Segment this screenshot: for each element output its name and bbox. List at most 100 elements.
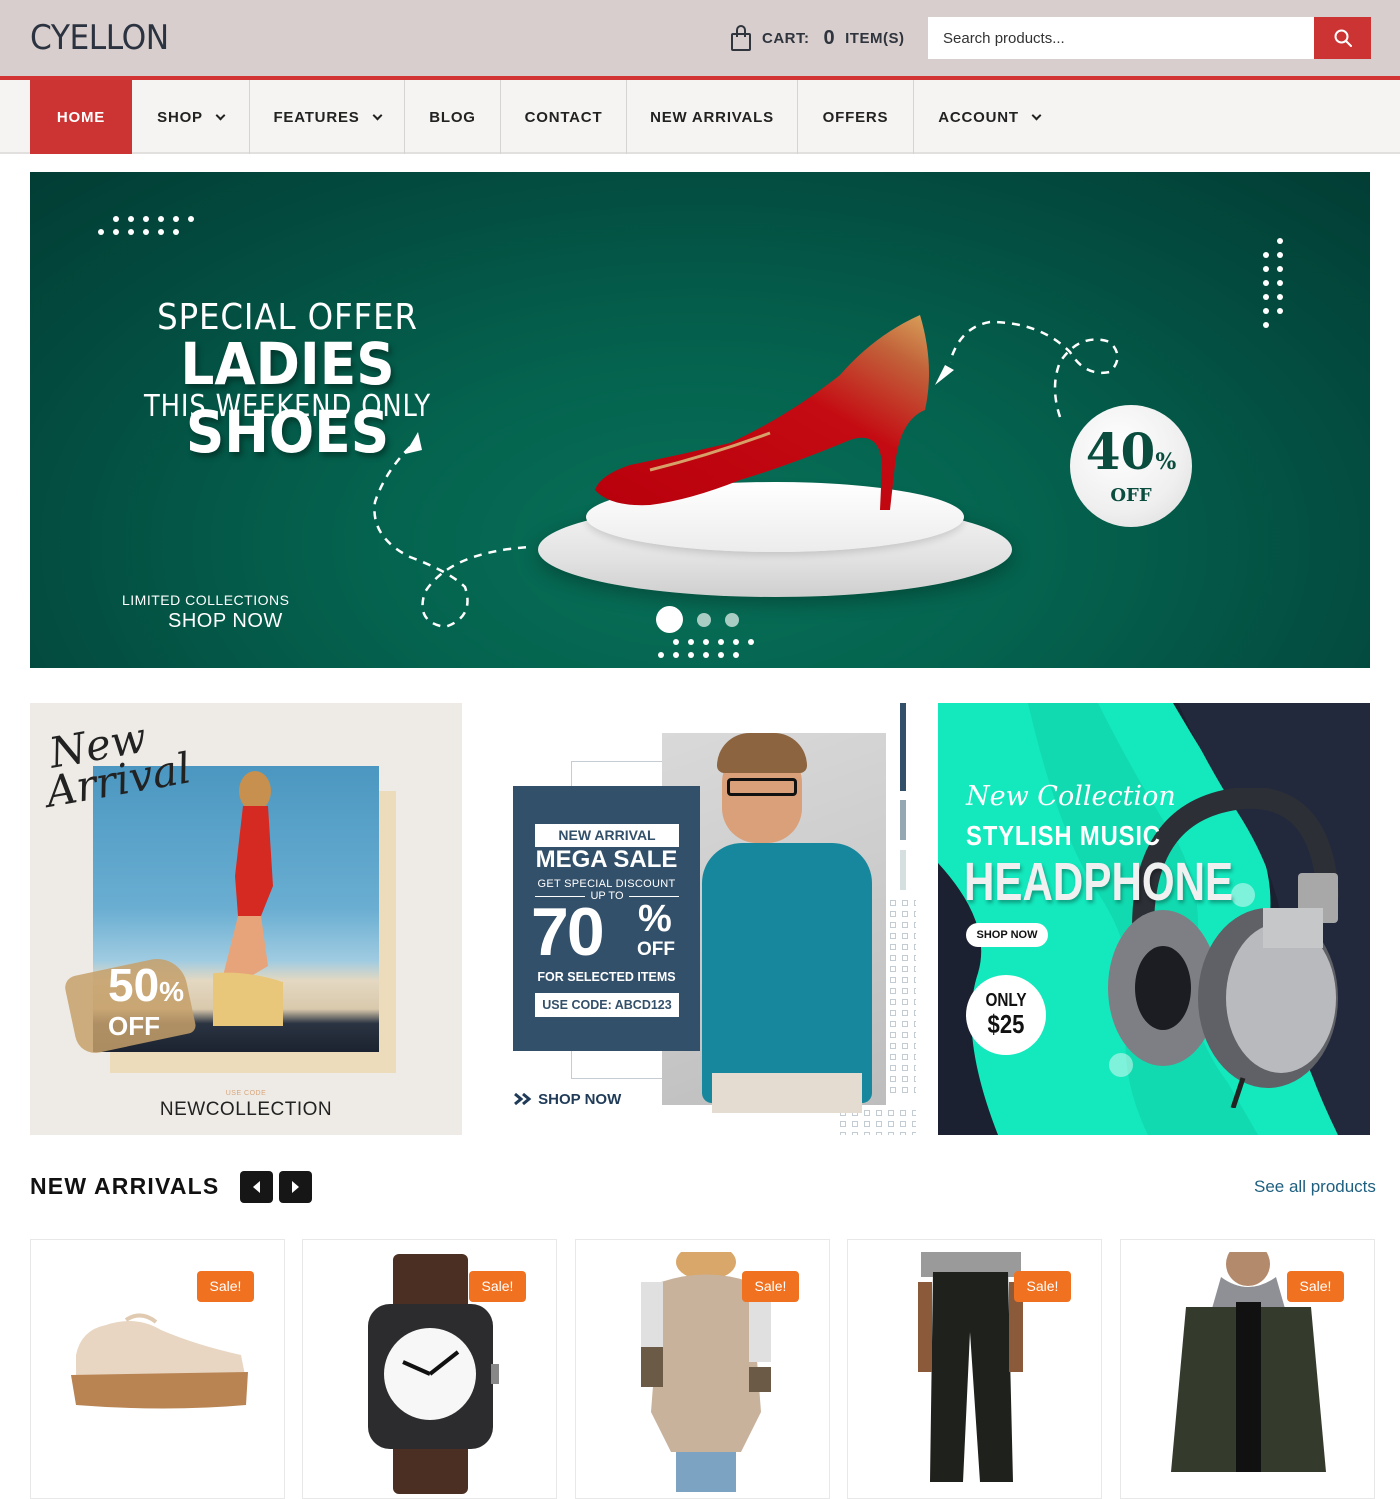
price-only-label: ONLY [985, 990, 1027, 1010]
carousel-next-button[interactable] [279, 1171, 312, 1203]
decor-square [852, 1132, 858, 1135]
decor-square [888, 1121, 894, 1127]
decor-square [840, 1132, 846, 1135]
decor-square [876, 1110, 882, 1116]
decor-square [876, 1121, 882, 1127]
slide-dot-2[interactable] [697, 612, 711, 627]
nav-item-new-arrivals[interactable]: NEW ARRIVALS [627, 80, 798, 154]
decor-square [876, 1132, 882, 1135]
decor-squares [890, 900, 916, 1093]
discount-off: OFF [1110, 485, 1152, 506]
hero-slider[interactable]: SPECIAL OFFER LADIES SHOES THIS WEEKEND … [30, 172, 1370, 668]
hero-shop-now-link[interactable]: SHOP NOW [168, 610, 283, 633]
slide-dot-1[interactable] [656, 606, 683, 633]
decor-square [902, 933, 908, 939]
decor-square [890, 999, 896, 1005]
discount-symbol: % [1155, 449, 1177, 475]
nav-item-shop[interactable]: SHOP [132, 80, 250, 154]
decor-square [902, 1010, 908, 1016]
decor-square [864, 1132, 870, 1135]
decor-square [890, 922, 896, 928]
decor-square [902, 911, 908, 917]
decor-square [902, 999, 908, 1005]
decor-square [914, 1032, 916, 1038]
decor-square [902, 922, 908, 928]
nav-label: HOME [56, 108, 106, 126]
decor-square [902, 1043, 908, 1049]
decor-square [914, 933, 916, 939]
nav-item-features[interactable]: FEATURES [250, 80, 405, 154]
decor-square [890, 944, 896, 950]
promo-headphone[interactable]: New Collection STYLISH MUSIC HEADPHONE S… [938, 703, 1370, 1135]
decor-square [890, 1076, 896, 1082]
caret-right-icon [292, 1181, 299, 1193]
nav-label: NEW ARRIVALS [650, 108, 774, 126]
product-card[interactable]: Sale! [302, 1239, 557, 1499]
use-code-label: USE CODE [225, 1090, 267, 1097]
cart-summary[interactable]: CART: 0 ITEM(S) [730, 22, 904, 54]
product-card[interactable]: Sale! [847, 1239, 1102, 1499]
main-nav: HOME SHOP FEATURES BLOG CONTACT NEW ARRI… [0, 80, 1400, 154]
nav-item-blog[interactable]: BLOG [405, 80, 501, 154]
nav-item-offers[interactable]: OFFERS [798, 80, 914, 154]
hero-line-3: THIS WEEKEND ONLY [144, 389, 431, 424]
slider-pagination [656, 606, 739, 633]
site-logo[interactable]: CYELLON [30, 18, 169, 58]
product-card[interactable]: Sale! [575, 1239, 830, 1499]
decor-square [852, 1121, 858, 1127]
nav-item-account[interactable]: ACCOUNT [914, 80, 1064, 154]
cart-label: CART: [762, 29, 810, 47]
decor-square [890, 955, 896, 961]
decor-square [914, 1065, 916, 1071]
carousel-prev-button[interactable] [240, 1171, 273, 1203]
new-arrival-tag: NEW ARRIVAL [535, 824, 679, 847]
decor-square [912, 1110, 916, 1116]
decor-square [914, 1054, 916, 1060]
nav-label: CONTACT [524, 108, 603, 126]
nav-item-home[interactable]: HOME [30, 80, 132, 154]
decor-square [914, 1087, 916, 1093]
hero-limited: LIMITED COLLECTIONS [122, 592, 290, 608]
promo-code: USE CODE: ABCD123 [535, 993, 679, 1017]
decor-square [902, 1021, 908, 1027]
price-value: $25 [987, 1009, 1025, 1039]
decor-square [902, 900, 908, 906]
headphone-headline: HEADPHONE [964, 852, 1234, 912]
shop-now-button[interactable]: SHOP NOW [966, 923, 1048, 947]
search-input[interactable] [928, 17, 1314, 59]
decor-square [902, 1076, 908, 1082]
promo-new-arrival[interactable]: New Arrival 50% OFF USE CODE NEWCOLLECTIO… [30, 703, 462, 1135]
new-arrival-script: New Arrival [42, 712, 194, 817]
decor-square [890, 1021, 896, 1027]
decor-square [890, 911, 896, 917]
decor-square [890, 1043, 896, 1049]
discount-off: OFF [637, 939, 675, 960]
decor-square [890, 1065, 896, 1071]
decor-square [912, 1121, 916, 1127]
decor-square [902, 977, 908, 983]
top-header: CYELLON CART: 0 ITEM(S) [0, 0, 1400, 76]
product-card[interactable]: Sale! [30, 1239, 285, 1499]
decor-bar [900, 850, 906, 890]
search-bar [928, 17, 1371, 59]
search-button[interactable] [1314, 17, 1371, 59]
nav-item-contact[interactable]: CONTACT [501, 80, 627, 154]
decor-square [902, 1032, 908, 1038]
decor-square [890, 1010, 896, 1016]
see-all-products-link[interactable]: See all products [1254, 1177, 1376, 1197]
discount-symbol: % [159, 976, 185, 1007]
product-image-jeans [918, 1252, 1023, 1482]
decor-square [840, 1121, 846, 1127]
shop-now-link[interactable]: SHOP NOW [514, 1091, 621, 1108]
search-icon [1334, 29, 1352, 47]
promo-off: OFF [108, 1011, 160, 1041]
shopping-bag-icon [730, 24, 752, 52]
decor-square [914, 988, 916, 994]
cart-items-label: ITEM(S) [845, 29, 905, 47]
chevron-down-icon [215, 110, 226, 120]
slide-dot-3[interactable] [725, 612, 739, 627]
product-card[interactable]: Sale! [1120, 1239, 1375, 1499]
promo-mega-sale[interactable]: NEW ARRIVAL MEGA SALE GET SPECIAL DISCOU… [484, 703, 916, 1135]
red-heel-shoe-image [595, 315, 929, 510]
decor-square [902, 988, 908, 994]
